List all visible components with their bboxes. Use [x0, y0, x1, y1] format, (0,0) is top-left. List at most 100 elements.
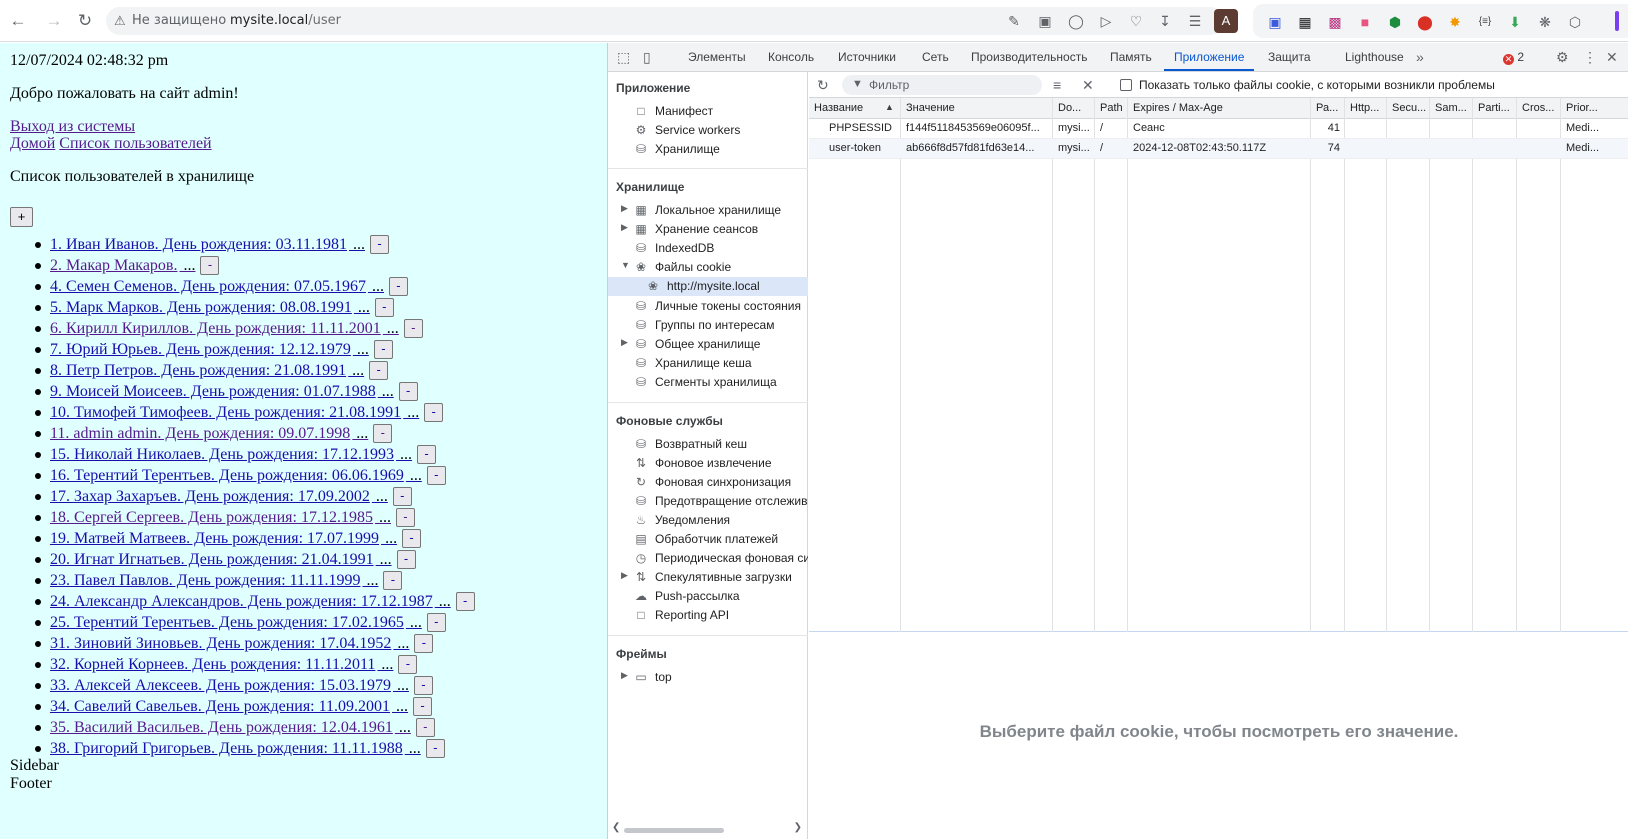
user-link[interactable]: 16. Терентий Терентьев. День рождения: 0… — [50, 466, 446, 485]
home-link[interactable]: Домой — [10, 135, 55, 152]
sidebar-item-push-messaging[interactable]: ☁ Push-рассылка — [608, 587, 808, 606]
sidebar-item-storage-buckets[interactable]: ⛁ Сегменты хранилища — [608, 373, 808, 392]
sidebar-item-cookies[interactable]: ▼ ❀ Файлы cookie — [608, 258, 808, 277]
sidebar-item-service-workers[interactable]: ⚙ Service workers — [608, 121, 808, 140]
expand-triangle-icon[interactable]: ▶ — [621, 570, 628, 581]
tab-memory[interactable]: Память — [1110, 50, 1152, 64]
sidebar-item-background-fetch[interactable]: ⇅ Фоновое извлечение — [608, 454, 808, 473]
user-link[interactable]: 23. Павел Павлов. День рождения: 11.11.1… — [50, 571, 403, 590]
delete-user-button[interactable]: - — [425, 739, 445, 758]
expand-triangle-icon[interactable]: ▶ — [621, 222, 628, 233]
kebab-menu-icon[interactable]: ⋮ — [1583, 49, 1597, 66]
cart-icon[interactable]: ▣ — [1266, 13, 1284, 31]
user-link[interactable]: 7. Юрий Юрьев. День рождения: 12.12.1979… — [50, 340, 393, 359]
colorwheel-icon[interactable]: ✸ — [1446, 13, 1464, 31]
profile-avatar[interactable]: A — [1214, 9, 1238, 33]
settings-gear-icon[interactable]: ⚙ — [1556, 49, 1569, 66]
column-header-samesite[interactable]: Sam... — [1435, 102, 1470, 114]
delete-user-button[interactable]: - — [369, 361, 389, 380]
tab-console[interactable]: Консоль — [768, 50, 814, 64]
delete-user-button[interactable]: - — [373, 424, 393, 443]
url-text[interactable]: mysite.local/user — [230, 13, 341, 28]
sidebar-item-manifest[interactable]: □ Манифест — [608, 102, 808, 121]
tab-network[interactable]: Сеть — [922, 50, 949, 64]
add-user-button[interactable]: + — [10, 207, 33, 227]
device-toolbar-icon[interactable]: ▯ — [643, 49, 651, 66]
delete-user-button[interactable]: - — [369, 235, 389, 254]
column-header-domain[interactable]: Do... — [1058, 102, 1090, 114]
scrollbar-thumb[interactable] — [624, 828, 724, 833]
delete-user-button[interactable]: - — [402, 529, 422, 548]
delete-user-button[interactable]: - — [373, 340, 393, 359]
delete-user-button[interactable]: - — [403, 319, 423, 338]
delete-user-button[interactable]: - — [398, 655, 418, 674]
sidebar-item-session-storage[interactable]: ▶ ▦ Хранение сеансов — [608, 220, 808, 239]
sidebar-item-speculative-loads[interactable]: ▶ ⇅ Спекулятивные загрузки — [608, 568, 808, 587]
column-header-path[interactable]: Path — [1100, 102, 1126, 114]
shield-icon[interactable]: ◯ — [1067, 12, 1085, 30]
user-link[interactable]: 17. Захар Захаръев. День рождения: 17.09… — [50, 487, 412, 506]
sidebar-item-background-sync[interactable]: ↻ Фоновая синхронизация — [608, 473, 808, 492]
play-icon[interactable]: ▷ — [1097, 12, 1115, 30]
sidebar-item-payment-handler[interactable]: ▤ Обработчик платежей — [608, 530, 808, 549]
delete-user-button[interactable]: - — [388, 277, 408, 296]
table-row[interactable]: user-token ab666f8d57fd81fd63e14... mysi… — [809, 139, 1628, 159]
gradient-icon[interactable]: ■ — [1356, 13, 1374, 31]
user-link[interactable]: 15. Николай Николаев. День рождения: 17.… — [50, 445, 437, 464]
column-header-priority[interactable]: Prior... — [1566, 102, 1626, 114]
user-link[interactable]: 25. Терентий Терентьев. День рождения: 1… — [50, 613, 446, 632]
sidebar-scrollbar[interactable]: ❮ ❯ — [612, 822, 802, 835]
column-header-cross-site[interactable]: Cros... — [1522, 102, 1558, 114]
column-header-partition[interactable]: Parti... — [1478, 102, 1514, 114]
sliders-icon[interactable]: ☰ — [1186, 12, 1204, 30]
user-link[interactable]: 24. Александр Александров. День рождения… — [50, 592, 475, 611]
sidebar-item-interest-groups[interactable]: ⛁ Группы по интересам — [608, 316, 808, 335]
delete-user-button[interactable]: - — [392, 487, 412, 506]
delete-selected-icon[interactable]: ✕ — [1082, 77, 1094, 94]
delete-user-button[interactable]: - — [414, 634, 434, 653]
insecure-label[interactable]: Не защищено — [132, 13, 226, 28]
refresh-icon[interactable]: ↻ — [817, 77, 829, 94]
delete-user-button[interactable]: - — [417, 445, 437, 464]
user-link[interactable]: 32. Корней Корнеев. День рождения: 11.11… — [50, 655, 418, 674]
back-arrow-icon[interactable]: ← — [8, 11, 28, 31]
tab-lighthouse[interactable]: Lighthouse — [1345, 50, 1404, 64]
column-header-name[interactable]: Название — [814, 102, 884, 114]
scroll-right-icon[interactable]: ❯ — [794, 822, 802, 833]
logout-link[interactable]: Выход из системы — [10, 118, 135, 135]
column-header-expires[interactable]: Expires / Max-Age — [1133, 102, 1303, 114]
filter-input[interactable]: ▼ Фильтр — [842, 75, 1042, 95]
screenshot-icon[interactable]: ▣ — [1036, 12, 1054, 30]
delete-user-button[interactable]: - — [395, 508, 415, 527]
user-link[interactable]: 5. Марк Марков. День рождения: 08.08.199… — [50, 298, 394, 317]
reload-icon[interactable]: ↻ — [75, 11, 95, 31]
user-link[interactable]: 8. Петр Петров. День рождения: 21.08.199… — [50, 361, 389, 380]
inspect-element-icon[interactable]: ⬚ — [617, 49, 630, 66]
bug-icon[interactable]: ❋ — [1536, 13, 1554, 31]
tab-sources[interactable]: Источники — [838, 50, 896, 64]
only-issues-label[interactable]: Показать только файлы cookie, с которыми… — [1139, 78, 1495, 92]
user-link[interactable]: 6. Кирилл Кириллов. День рождения: 11.11… — [50, 319, 423, 338]
warning-icon[interactable]: ⚠ — [114, 13, 126, 29]
user-link[interactable]: 20. Игнат Игнатьев. День рождения: 21.04… — [50, 550, 416, 569]
delete-user-button[interactable]: - — [374, 298, 394, 317]
clear-all-icon[interactable]: ≡ — [1053, 77, 1061, 93]
delete-user-button[interactable]: - — [455, 592, 475, 611]
close-devtools-icon[interactable]: ✕ — [1606, 49, 1618, 66]
column-header-httponly[interactable]: Http... — [1350, 102, 1384, 114]
user-link[interactable]: 9. Моисей Моисеев. День рождения: 01.07.… — [50, 382, 418, 401]
only-issues-checkbox[interactable] — [1120, 79, 1132, 91]
sidebar-item-periodic-sync[interactable]: ◷ Периодическая фоновая си — [608, 549, 808, 568]
delete-user-button[interactable]: - — [413, 676, 433, 695]
delete-user-button[interactable]: - — [200, 256, 220, 275]
expand-triangle-icon[interactable]: ▶ — [621, 337, 628, 348]
column-header-size[interactable]: Ра... — [1316, 102, 1342, 114]
table-row[interactable]: PHPSESSID f144f5118453569e06095f... mysi… — [809, 119, 1628, 139]
user-link[interactable]: 35. Василий Васильев. День рождения: 12.… — [50, 718, 435, 737]
delete-user-button[interactable]: - — [426, 613, 446, 632]
user-link[interactable]: 11. admin admin. День рождения: 09.07.19… — [50, 424, 393, 443]
delete-user-button[interactable]: - — [426, 466, 446, 485]
sort-ascending-icon[interactable]: ▲ — [885, 102, 894, 112]
sidebar-item-bounce-tracking[interactable]: ⛁ Предотвращение отслежив — [608, 492, 808, 511]
heart-icon[interactable]: ♡ — [1127, 12, 1145, 30]
